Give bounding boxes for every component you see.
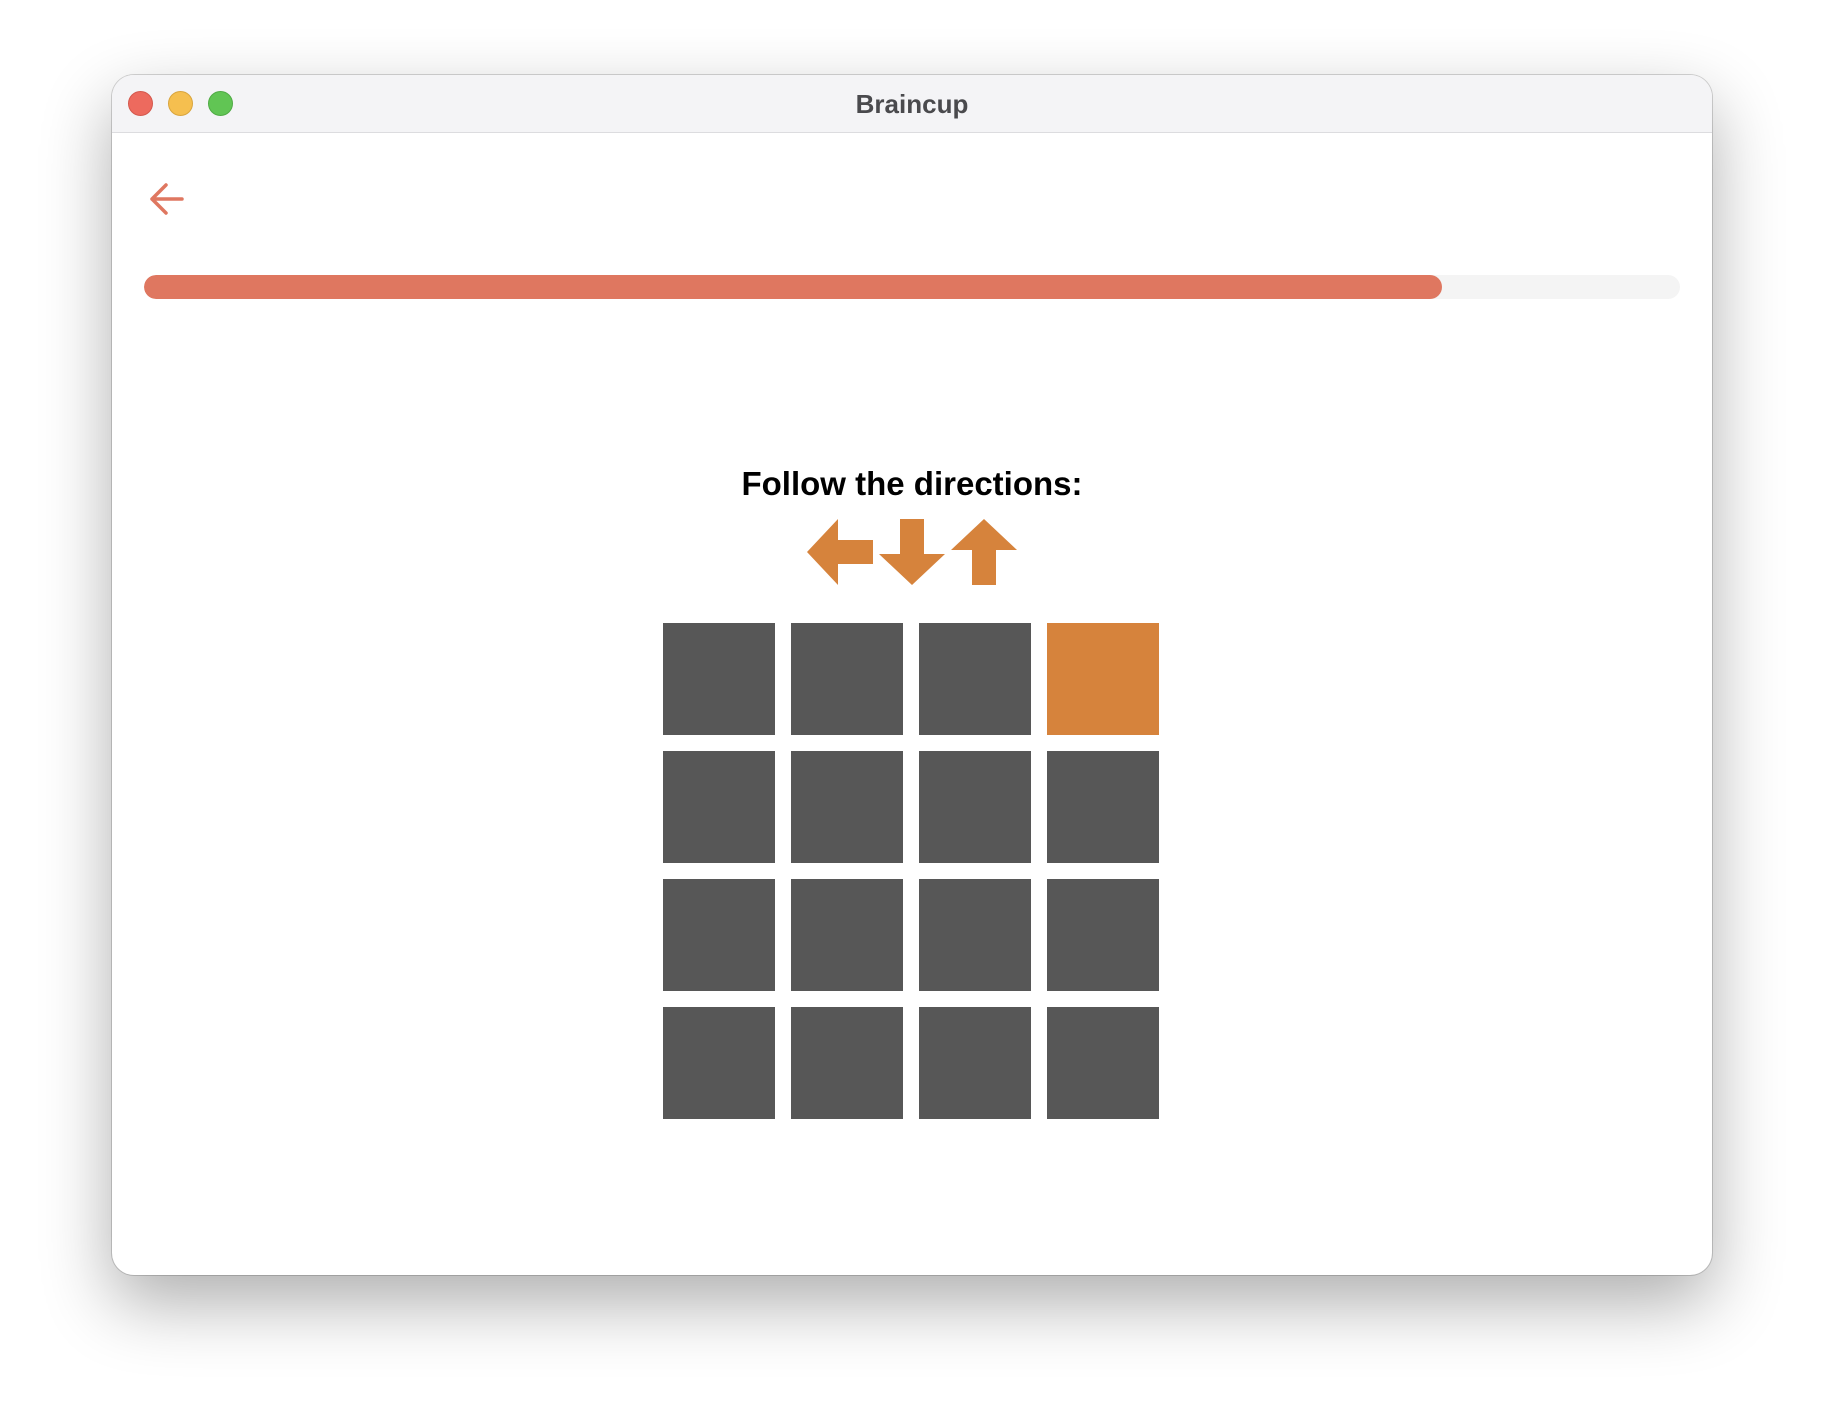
direction-sequence <box>112 519 1712 585</box>
grid-cell-2-0[interactable] <box>663 879 775 991</box>
arrow-down-icon <box>879 519 945 585</box>
grid-cell-0-2[interactable] <box>919 623 1031 735</box>
progress-bar-fill <box>144 275 1442 299</box>
grid-cell-2-2[interactable] <box>919 879 1031 991</box>
grid-cell-2-1[interactable] <box>791 879 903 991</box>
grid-cell-0-3[interactable] <box>1047 623 1159 735</box>
arrow-left-icon <box>144 177 188 221</box>
app-window: Braincup Follow the directions: <box>112 75 1712 1275</box>
grid-cell-1-0[interactable] <box>663 751 775 863</box>
grid-cell-1-2[interactable] <box>919 751 1031 863</box>
progress-bar <box>144 275 1680 299</box>
arrow-left-icon <box>807 519 873 585</box>
window-title: Braincup <box>855 89 969 119</box>
grid-cell-0-1[interactable] <box>791 623 903 735</box>
grid-cell-2-3[interactable] <box>1047 879 1159 991</box>
grid-cell-3-3[interactable] <box>1047 1007 1159 1119</box>
title-bar: Braincup <box>112 75 1712 133</box>
grid-cell-0-0[interactable] <box>663 623 775 735</box>
back-button[interactable] <box>144 177 188 221</box>
instruction-text: Follow the directions: <box>741 465 1083 502</box>
arrow-up-icon <box>951 519 1017 585</box>
grid-cell-3-0[interactable] <box>663 1007 775 1119</box>
grid-cell-3-1[interactable] <box>791 1007 903 1119</box>
grid-cell-3-2[interactable] <box>919 1007 1031 1119</box>
game-grid <box>663 623 1159 1119</box>
grid-cell-1-1[interactable] <box>791 751 903 863</box>
grid-cell-1-3[interactable] <box>1047 751 1159 863</box>
